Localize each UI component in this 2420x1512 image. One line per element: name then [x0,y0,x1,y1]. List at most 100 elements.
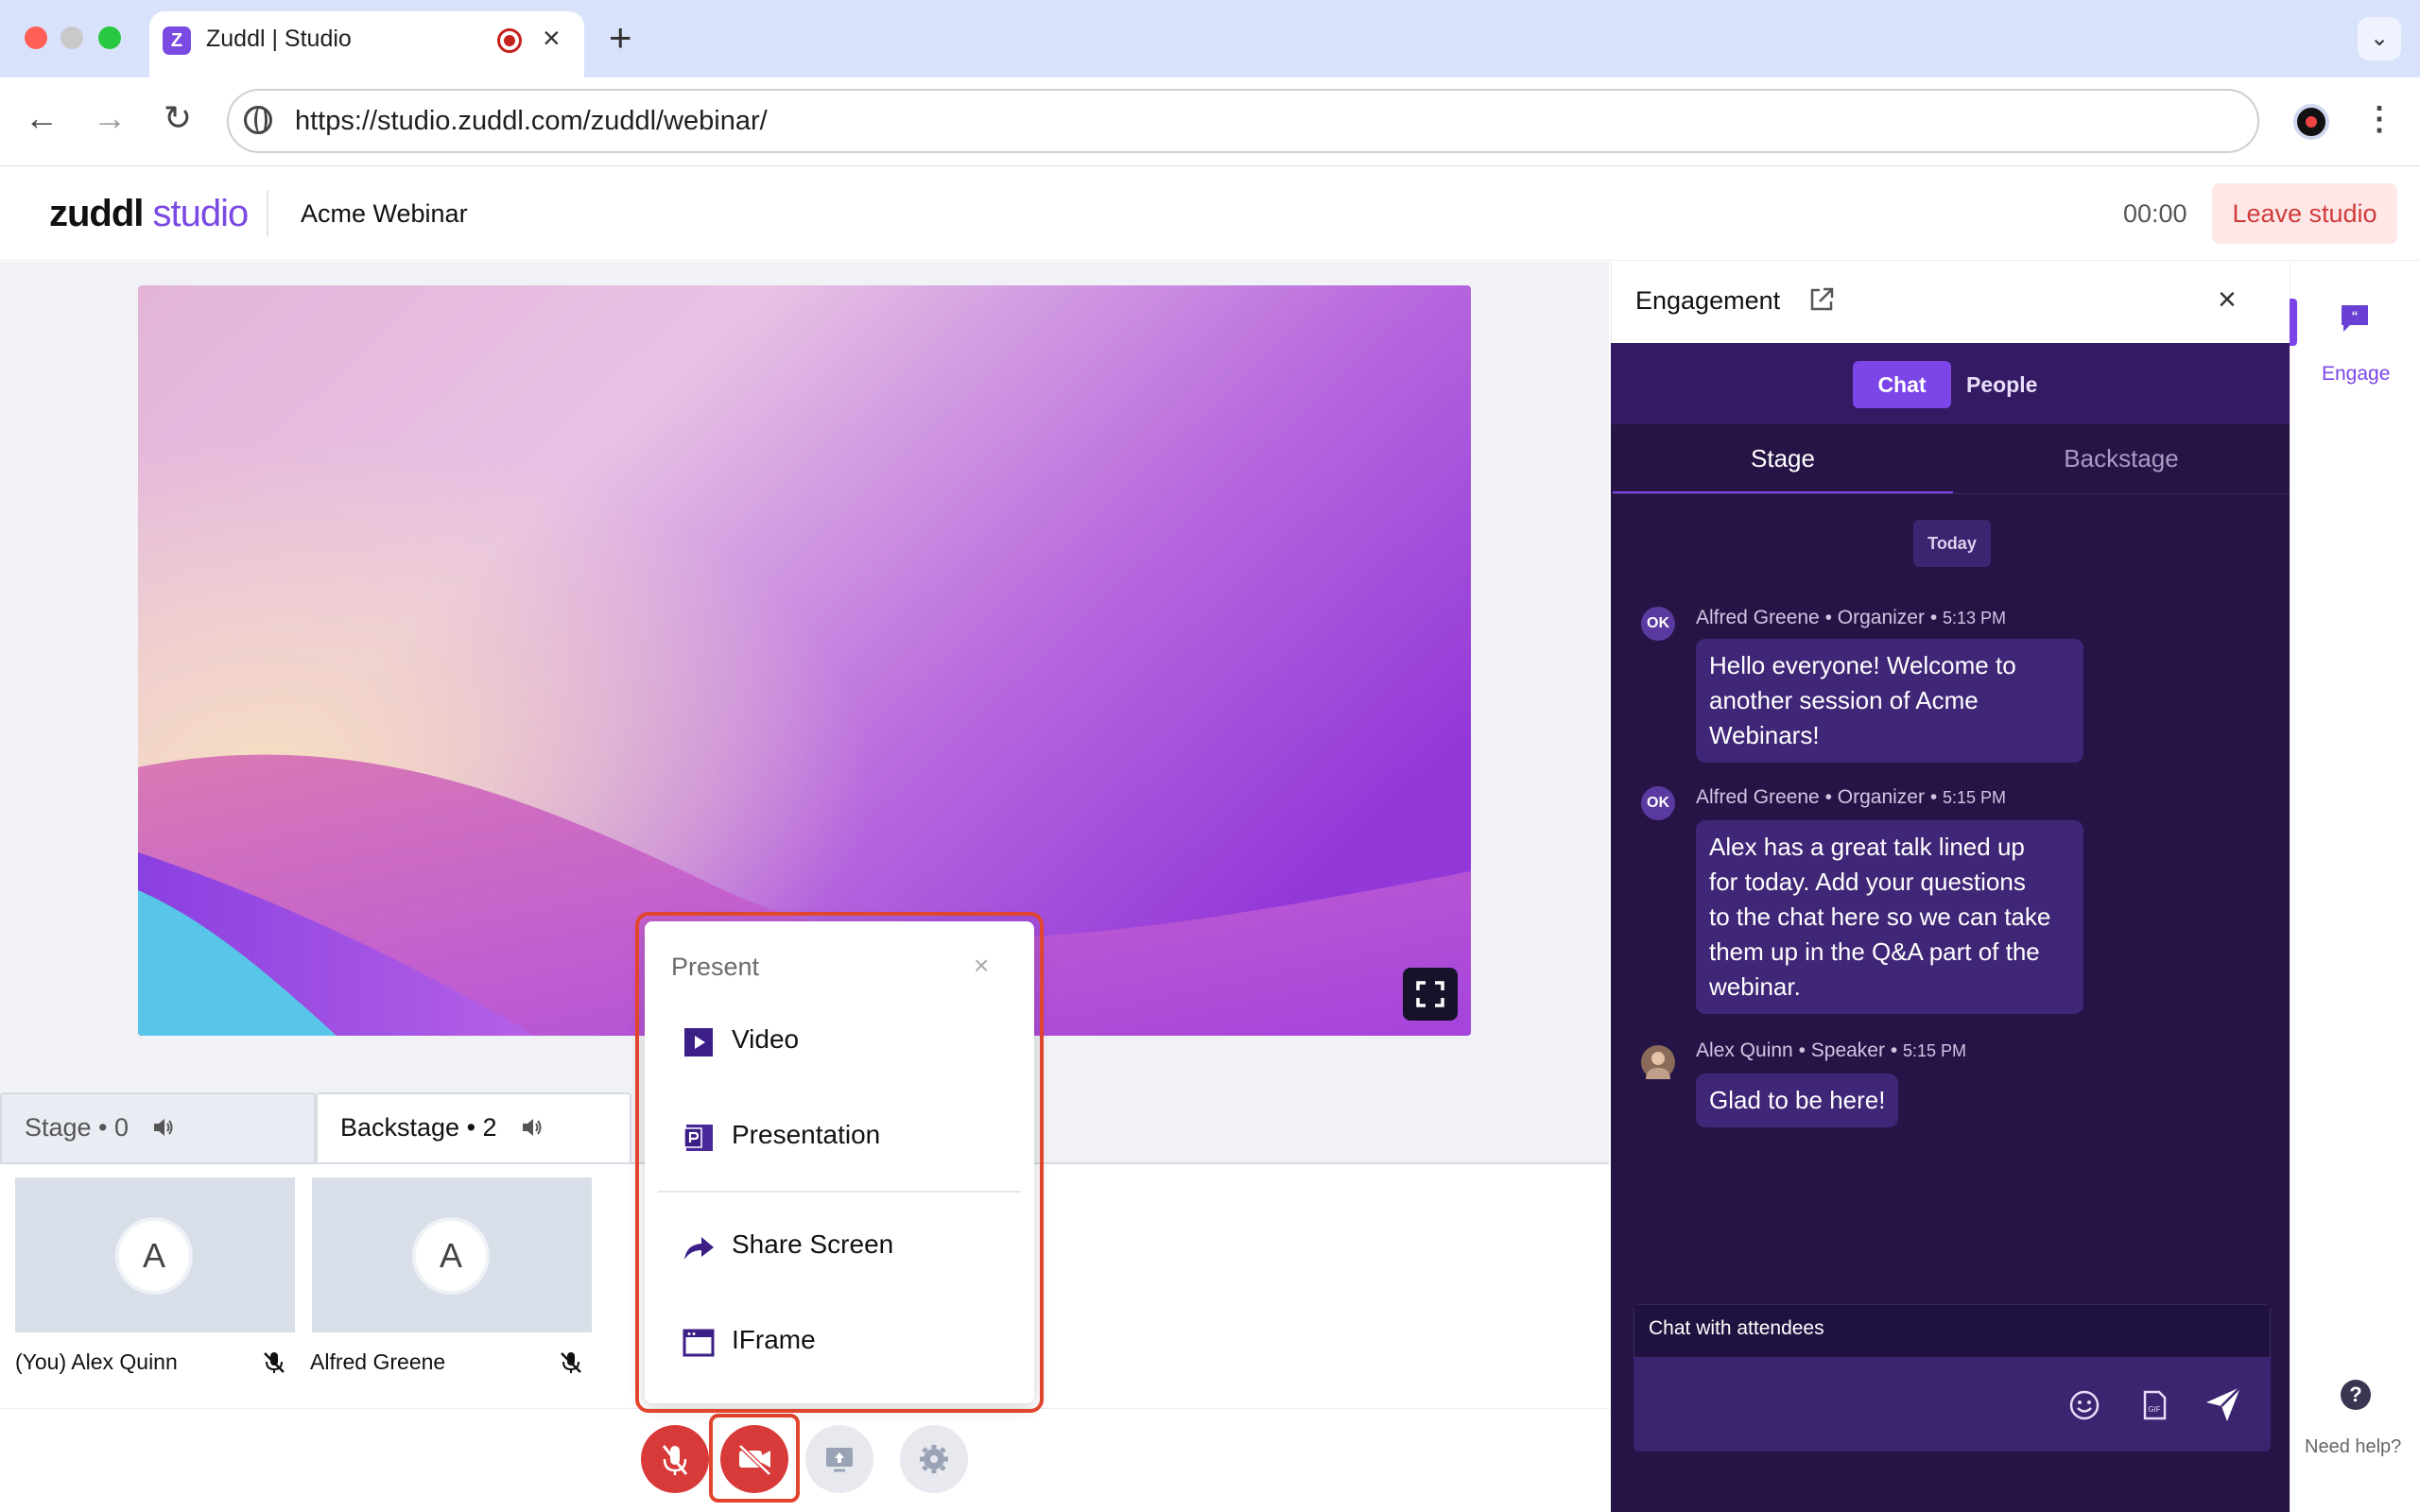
tab-backstage-track[interactable]: Backstage • 2 [316,1092,631,1162]
url-text[interactable]: https://studio.zuddl.com/zuddl/webinar/ [295,106,768,137]
present-video-option[interactable]: Video [666,1005,1015,1075]
present-button[interactable] [805,1425,873,1493]
recorder-extension-icon[interactable] [2293,104,2329,140]
message-meta: Alfred Greene • Organizer • 5:13 PM [1696,607,2007,628]
chat-composer-toolbar [1634,1357,2271,1452]
fullscreen-icon[interactable] [1403,968,1458,1021]
message-author: Alfred Greene [1696,786,1820,808]
header-divider [267,191,268,236]
mic-off-icon [662,1445,688,1475]
browser-window-icon [683,1329,715,1357]
user-photo-icon [1646,1052,1670,1079]
present-share-screen-option[interactable]: Share Screen [666,1211,1015,1280]
screen-share-icon [826,1448,853,1472]
present-option-label: Video [732,1024,800,1054]
back-arrow-icon[interactable]: ← [19,98,64,138]
browser-menu-icon[interactable]: ⋮ [2363,100,2395,138]
svg-text:GIF: GIF [2148,1405,2160,1414]
window-close-dot[interactable] [25,26,47,49]
recording-indicator-icon [497,28,522,53]
message-bubble: Hello everyone! Welcome to another sessi… [1696,639,2083,763]
present-iframe-option[interactable]: IFrame [666,1306,1015,1376]
svg-text:“: “ [2352,308,2359,323]
message-time: 5:13 PM [1943,609,2007,627]
gif-icon[interactable]: GIF [2136,1387,2172,1423]
message-line: Webinars! [1709,721,1820,749]
event-title: Acme Webinar [301,199,468,228]
message-bubble: Alex has a great talk lined up for today… [1696,820,2083,1014]
gear-icon [920,1445,948,1473]
message-author: Alfred Greene [1696,607,1820,628]
settings-button[interactable] [900,1425,968,1493]
backstage-track-label: Backstage • 2 [340,1113,497,1142]
camera-toggle-button[interactable] [720,1425,788,1493]
tab-stage-track[interactable]: Stage • 0 [0,1092,316,1162]
message-line: them up in the Q&A part of the [1709,937,2040,966]
tab-title: Zuddl | Studio [206,26,352,52]
site-info-icon[interactable] [244,106,272,134]
tab-chat-backstage[interactable]: Backstage [1951,424,2291,494]
engagement-title: Engagement [1635,286,1781,315]
present-option-label: Share Screen [732,1229,894,1259]
window-zoom-dot[interactable] [98,26,121,49]
window-minimize-dot[interactable] [60,26,83,49]
mic-muted-icon [264,1352,285,1373]
emoji-icon[interactable] [2066,1387,2102,1423]
rail-engage-label[interactable]: Engage [2322,363,2390,386]
present-option-label: Presentation [732,1120,881,1149]
tab-close-icon[interactable]: × [543,21,561,56]
tab-chat-stage[interactable]: Stage [1613,424,1953,494]
play-video-icon [684,1028,713,1057]
message-time: 5:15 PM [1903,1041,1967,1060]
chat-input-placeholder[interactable]: Chat with attendees [1649,1317,1824,1340]
zuddl-favicon-icon: Z [163,26,191,55]
participant-name: (You) Alex Quinn [15,1349,178,1374]
message-bubble: Glad to be here! [1696,1074,1899,1127]
avatar: A [412,1217,490,1295]
message-role: Organizer [1837,607,1925,628]
message-role: Speaker [1810,1040,1885,1061]
speaker-icon[interactable] [151,1115,176,1140]
help-icon[interactable]: ? [2341,1380,2371,1410]
message-line: for today. Add your questions [1709,868,2026,896]
present-presentation-option[interactable]: Presentation [666,1101,1015,1171]
message-role: Organizer [1837,786,1925,808]
leave-studio-button[interactable]: Leave studio [2212,183,2397,244]
zuddl-studio-logo: zuddl studio [49,193,249,234]
message-meta: Alfred Greene • Organizer • 5:15 PM [1696,786,2007,808]
help-label[interactable]: Need help? [2305,1436,2401,1458]
mic-toggle-button[interactable] [641,1425,709,1493]
message-meta: Alex Quinn • Speaker • 5:15 PM [1696,1040,1967,1061]
present-menu-title: Present [671,953,760,981]
chat-quote-icon[interactable]: “ [2339,302,2371,335]
message-line: Alex has a great talk lined up [1709,833,2025,861]
popout-icon[interactable] [1807,285,1836,314]
segment-people[interactable]: People [1966,372,2037,398]
forward-arrow-icon[interactable]: → [87,98,132,138]
present-option-label: IFrame [732,1325,816,1354]
message-line: webinar. [1709,972,1801,1001]
message-time: 5:15 PM [1943,788,2007,807]
avatar: OK [1641,607,1675,641]
message-line: another session of Acme [1709,686,1979,714]
engagement-close-icon[interactable]: × [2218,282,2237,318]
tab-search-chevron-icon[interactable]: ⌄ [2358,17,2401,60]
segment-chat[interactable]: Chat [1853,361,1951,408]
participant-tile[interactable]: A [15,1177,295,1332]
present-menu-divider [658,1191,1021,1193]
reload-icon[interactable]: ↻ [155,98,200,138]
message-author: Alex Quinn [1696,1040,1793,1061]
message-line: Hello everyone! Welcome to [1709,651,2016,679]
present-menu-close-icon[interactable]: × [974,951,989,981]
avatar [1641,1045,1675,1079]
stage-track-label: Stage • 0 [25,1113,130,1142]
participant-tile[interactable]: A [312,1177,592,1332]
message-line: Glad to be here! [1709,1086,1886,1114]
avatar: A [115,1217,193,1295]
subtab-divider [1613,493,2290,494]
presentation-icon [683,1125,713,1151]
media-control-bar [0,1408,1609,1512]
new-tab-button[interactable]: + [609,15,632,60]
speaker-icon[interactable] [520,1115,544,1140]
send-icon[interactable] [2203,1383,2244,1425]
